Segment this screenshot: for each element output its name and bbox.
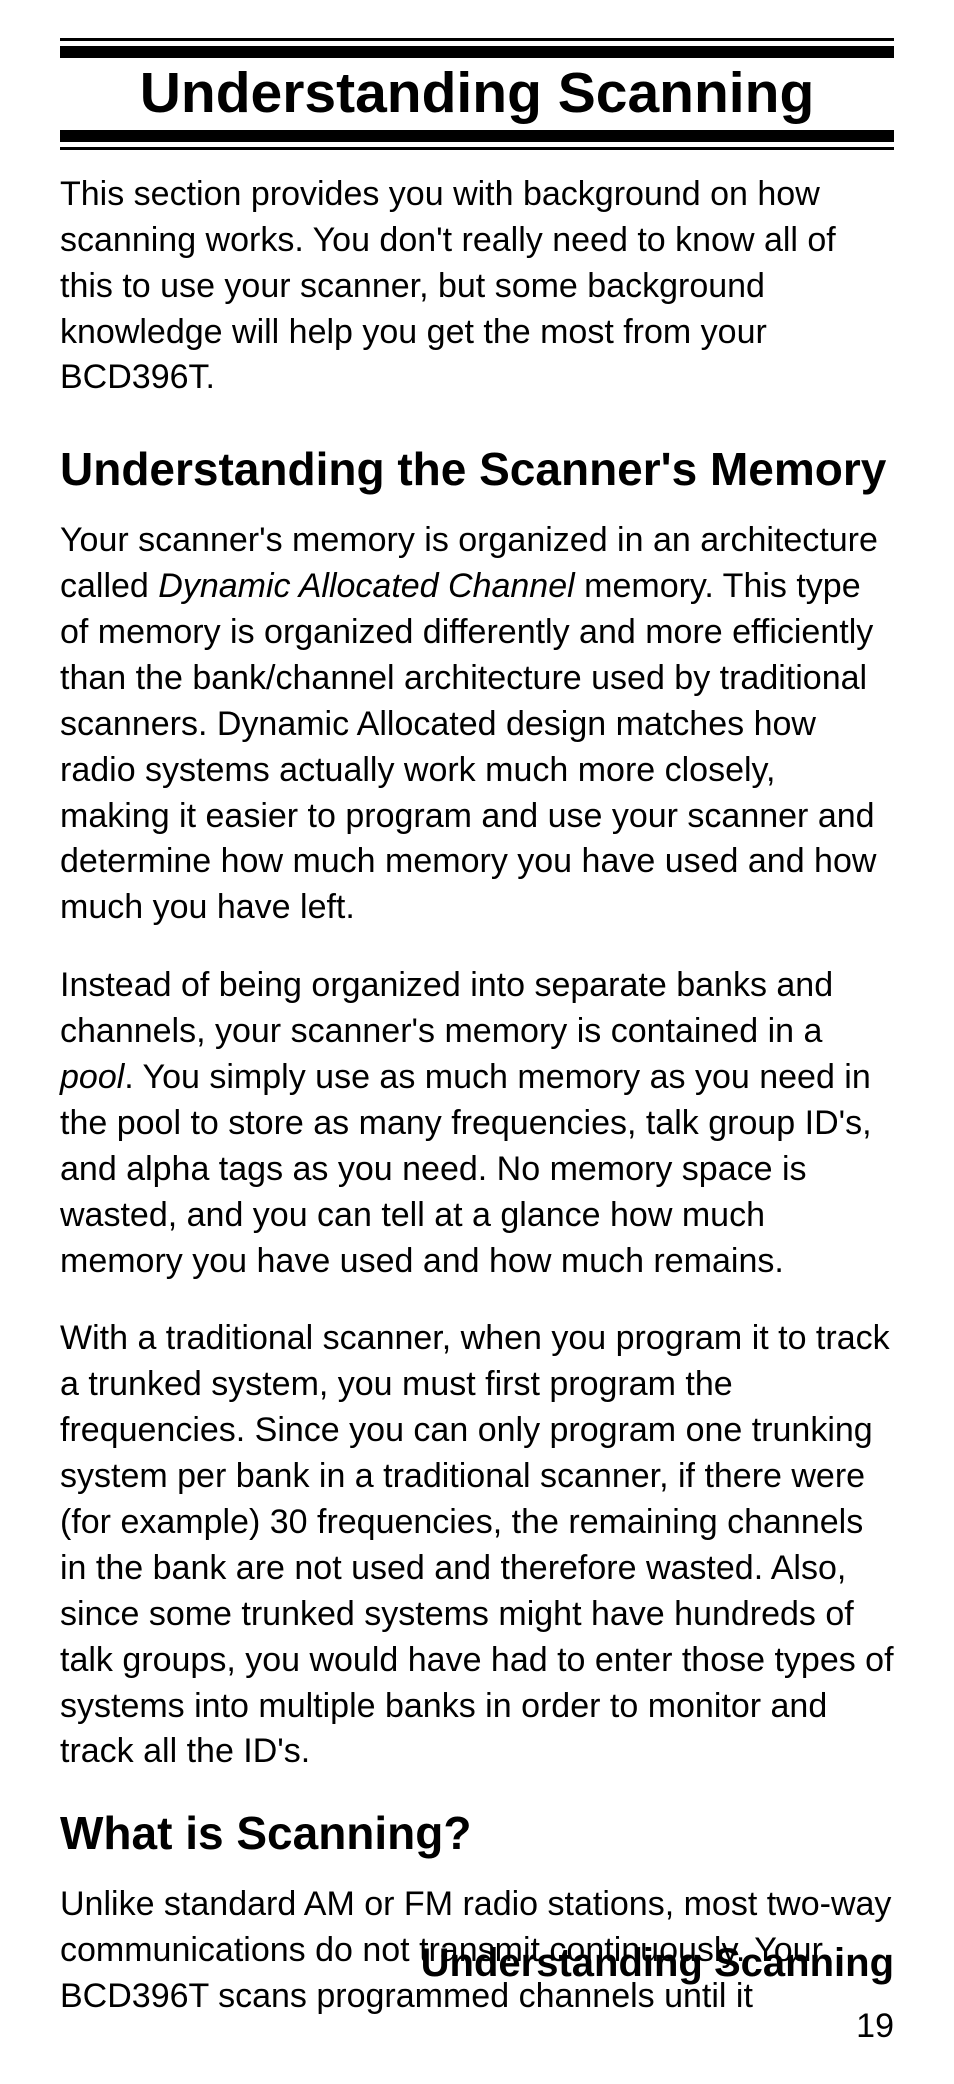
memory-paragraph-2: Instead of being organized into separate…	[60, 963, 894, 1284]
memory-paragraph-3: With a traditional scanner, when you pro…	[60, 1316, 894, 1775]
intro-paragraph: This section provides you with backgroun…	[60, 172, 894, 401]
section-heading-memory: Understanding the Scanner's Memory	[60, 443, 894, 496]
title-rule-bottom	[60, 130, 894, 150]
section-heading-scanning: What is Scanning?	[60, 1807, 894, 1860]
text-run: . You simply use as much memory as you n…	[60, 1058, 872, 1280]
text-run: memory. This type of memory is organized…	[60, 567, 876, 926]
page-number: 19	[856, 2007, 894, 2046]
memory-paragraph-1: Your scanner's memory is organized in an…	[60, 518, 894, 931]
italic-text: pool	[60, 1058, 124, 1096]
text-run: Instead of being organized into separate…	[60, 966, 833, 1050]
running-footer-title: Understanding Scanning	[421, 1941, 894, 1986]
italic-text: Dynamic Allocated Channel	[158, 567, 574, 605]
page-title: Understanding Scanning	[60, 64, 894, 124]
title-rule-top	[60, 38, 894, 58]
